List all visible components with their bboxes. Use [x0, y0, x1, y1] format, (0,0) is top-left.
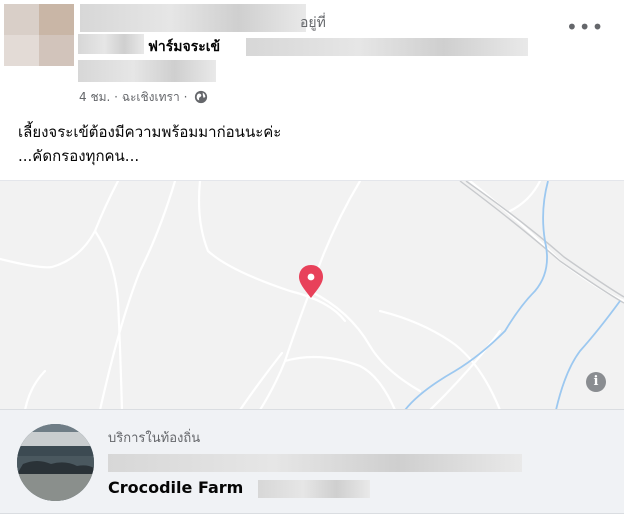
map-canvas — [0, 181, 624, 410]
redacted-author-name — [80, 4, 306, 32]
profile-avatar[interactable] — [4, 4, 74, 66]
place-category: บริการในท้องถิ่น — [108, 431, 201, 446]
message-line-1: เลี้ยงจระเข้ต้องมีความพร้อมมาก่อนนะค่ะ — [18, 123, 282, 141]
place-name[interactable]: Crocodile Farm — [108, 478, 243, 497]
post-card: อยู่ที่ ฟาร์มจระเข้ ••• 4 ชม. · ฉะเชิงเท… — [0, 0, 624, 530]
redacted-place-name-rest — [258, 480, 370, 498]
post-message: เลี้ยงจระเข้ต้องมีความพร้อมมาก่อนนะค่ะ .… — [18, 120, 281, 168]
post-footer-edge — [0, 514, 624, 530]
meta-separator: · — [114, 90, 118, 104]
redacted-title-prefix — [78, 34, 144, 54]
post-location[interactable]: ฉะเชิงเทรา — [122, 90, 180, 104]
redacted-title-line3 — [78, 60, 216, 82]
info-icon[interactable]: i — [586, 372, 606, 392]
redacted-title-rest — [246, 38, 528, 56]
location-map[interactable]: i — [0, 180, 624, 410]
place-thumbnail — [17, 424, 94, 501]
place-link[interactable]: ฟาร์มจระเข้ — [148, 36, 220, 58]
meta-separator-2: · — [183, 90, 188, 104]
redacted-place-name-line1 — [108, 454, 522, 472]
place-card[interactable]: บริการในท้องถิ่น Crocodile Farm — [0, 409, 624, 514]
post-time[interactable]: 4 ชม. — [79, 90, 110, 104]
map-pin-icon — [299, 265, 323, 298]
post-title-suffix: อยู่ที่ — [300, 15, 326, 31]
more-options-button[interactable]: ••• — [566, 17, 603, 44]
message-line-2: ...คัดกรองทุกคน... — [18, 147, 140, 165]
globe-icon — [194, 90, 208, 107]
post-meta: 4 ชม. · ฉะเชิงเทรา · — [79, 88, 208, 107]
